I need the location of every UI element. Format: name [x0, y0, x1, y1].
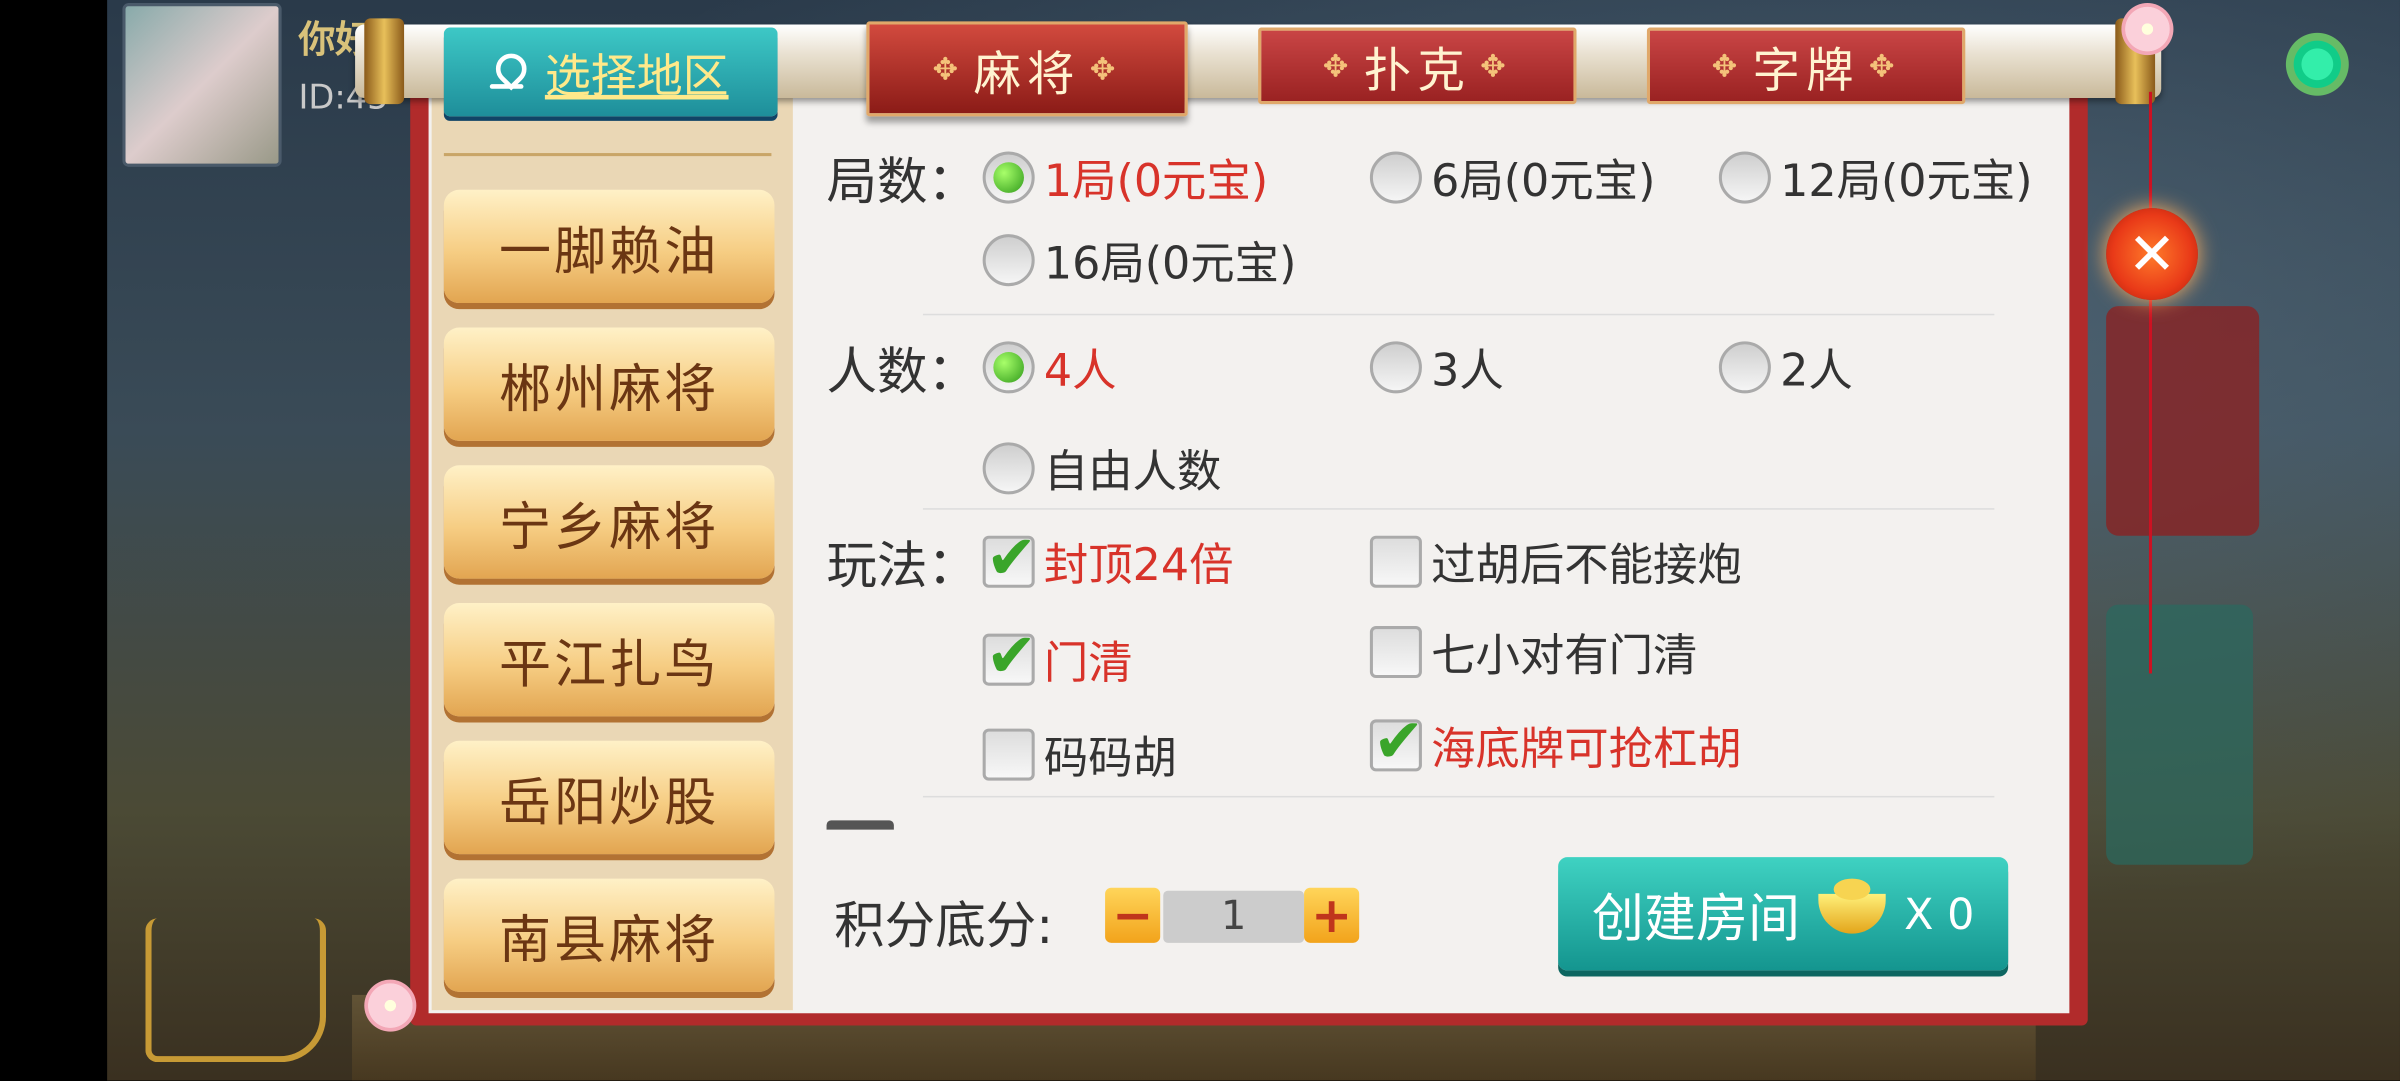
lobby-red-card	[2106, 306, 2260, 536]
tab-zipai[interactable]: ✥ 字牌 ✥	[1646, 27, 1966, 105]
option-label: 七小对有门清	[1431, 629, 1698, 682]
option-label: 码码胡	[1043, 731, 1178, 784]
option-label: 12局(0元宝)	[1780, 154, 2033, 207]
partial-checkbox	[826, 820, 894, 830]
ornament-icon: ✥	[1089, 50, 1122, 88]
radio-icon[interactable]	[1369, 341, 1422, 394]
rounds-option-6[interactable]: 6局(0元宝)	[1369, 145, 1656, 209]
lobby-teal-card	[2106, 604, 2254, 865]
sidebar-item-chenzhou-majiang[interactable]: 郴州麻将	[443, 327, 775, 441]
lantern-string	[2148, 91, 2153, 674]
rule-seven-pairs-menqing[interactable]: 七小对有门清	[1369, 620, 1698, 684]
ornament-icon: ✥	[932, 50, 965, 88]
radio-icon[interactable]	[1718, 151, 1771, 204]
checkbox-checked-icon[interactable]	[1369, 707, 1424, 778]
base-score-value: 1	[1163, 890, 1305, 943]
left-black-edge	[0, 0, 108, 1081]
players-label: 人数：	[826, 341, 979, 402]
tab-label: 扑克	[1363, 43, 1471, 99]
create-room-button[interactable]: 创建房间 X 0	[1558, 857, 2009, 971]
blossom-icon	[364, 979, 417, 1032]
ornament-icon: ✥	[1322, 47, 1355, 85]
avatar[interactable]	[122, 3, 282, 167]
ornament-icon: ✥	[1480, 47, 1512, 85]
option-label: 4人	[1043, 344, 1117, 397]
scroll-rod-left	[364, 18, 405, 105]
sidebar-item-ningxiang-majiang[interactable]: 宁乡麻将	[443, 465, 775, 579]
option-label: 3人	[1431, 344, 1504, 397]
ornament-icon: ✥	[1711, 47, 1744, 85]
players-option-2[interactable]: 2人	[1718, 335, 1853, 399]
sidebar-ornament	[443, 153, 772, 171]
option-label: 海底牌可抢杠胡	[1431, 722, 1742, 775]
checkbox-checked-icon[interactable]	[982, 621, 1037, 692]
option-label: 1局(0元宝)	[1043, 154, 1269, 207]
gear-icon[interactable]	[2280, 27, 2355, 102]
checkbox-checked-icon[interactable]	[982, 523, 1037, 594]
tab-poker[interactable]: ✥ 扑克 ✥	[1258, 27, 1577, 105]
tab-label: 麻将	[973, 46, 1081, 102]
base-score-label: 积分底分:	[834, 895, 1054, 956]
divider	[922, 313, 1995, 316]
ingot-cost: X 0	[1904, 888, 1975, 940]
option-label: 16局(0元宝)	[1043, 237, 1297, 290]
radio-icon[interactable]	[1718, 341, 1771, 394]
decrement-button[interactable]: −	[1105, 886, 1161, 944]
rule-no-pao-after-pass[interactable]: 过胡后不能接炮	[1369, 530, 1742, 594]
select-region-label: 选择地区	[544, 50, 729, 105]
ornament-icon: ✥	[1868, 47, 1901, 85]
tab-label: 字牌	[1752, 43, 1860, 99]
option-label: 封顶24倍	[1043, 538, 1234, 591]
radio-icon[interactable]	[982, 234, 1035, 287]
checkbox-icon[interactable]	[1369, 535, 1422, 588]
rule-cap-24x[interactable]: 封顶24倍	[982, 523, 1234, 594]
rounds-option-16[interactable]: 16局(0元宝)	[982, 228, 1297, 292]
players-option-3[interactable]: 3人	[1369, 335, 1504, 399]
divider	[922, 795, 1995, 798]
radio-selected-icon[interactable]	[982, 151, 1035, 204]
rule-haidi-qianggang[interactable]: 海底牌可抢杠胡	[1369, 707, 1742, 778]
checkbox-icon[interactable]	[982, 728, 1035, 781]
scroll-cutoff-row	[826, 811, 1990, 830]
divider	[922, 508, 1995, 510]
option-label: 自由人数	[1043, 445, 1222, 498]
radio-icon[interactable]	[982, 442, 1035, 495]
rule-mamahu[interactable]: 码码胡	[982, 722, 1178, 786]
checkbox-icon[interactable]	[1369, 626, 1422, 679]
rules-label: 玩法：	[826, 535, 979, 596]
option-label: 2人	[1780, 344, 1853, 397]
players-option-4[interactable]: 4人	[982, 335, 1117, 399]
players-option-free[interactable]: 自由人数	[982, 436, 1222, 500]
sidebar-item-nanxian-majiang[interactable]: 南县麻将	[443, 878, 775, 992]
sidebar-item-pingjiang-zhaniao[interactable]: 平江扎鸟	[443, 603, 775, 717]
select-region-button[interactable]: 选择地区	[443, 27, 778, 117]
blossom-icon	[2121, 3, 2174, 56]
tab-mahjong[interactable]: ✥ 麻将 ✥	[866, 21, 1188, 117]
sidebar-item-yijiao-laiyou[interactable]: 一脚赖油	[443, 189, 775, 304]
rounds-option-12[interactable]: 12局(0元宝)	[1718, 145, 2033, 209]
close-icon[interactable]: ✕	[2106, 208, 2198, 300]
rule-menqing[interactable]: 门清	[982, 621, 1133, 692]
rounds-label: 局数：	[826, 151, 979, 212]
option-label: 门清	[1043, 636, 1133, 689]
radio-selected-icon[interactable]	[982, 341, 1035, 394]
option-label: 过胡后不能接炮	[1431, 538, 1742, 591]
gold-ingot-icon	[1818, 878, 1886, 934]
rounds-option-1[interactable]: 1局(0元宝)	[982, 145, 1269, 209]
radio-icon[interactable]	[1369, 151, 1422, 204]
location-pin-icon	[489, 54, 524, 91]
create-room-label: 创建房间	[1591, 888, 1801, 950]
sidebar-item-yueyang-chaogu[interactable]: 岳阳炒股	[443, 740, 775, 855]
shop-cart-icon[interactable]	[145, 918, 327, 1063]
increment-button[interactable]: +	[1304, 886, 1360, 944]
option-label: 6局(0元宝)	[1431, 154, 1656, 207]
